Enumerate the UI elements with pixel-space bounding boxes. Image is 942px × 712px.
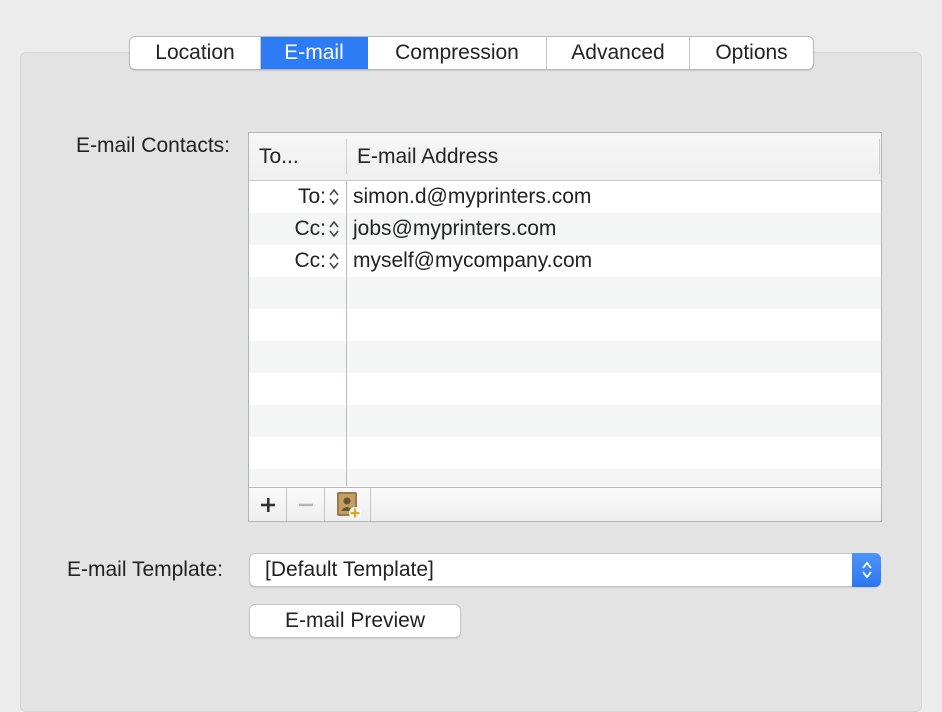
empty-row (249, 405, 881, 437)
tab-advanced[interactable]: Advanced (547, 37, 690, 69)
tab-location[interactable]: Location (130, 37, 261, 69)
tab-options[interactable]: Options (690, 37, 813, 69)
up-down-chevron-icon[interactable] (328, 187, 340, 207)
tab-email[interactable]: E-mail (261, 37, 368, 69)
table-body: To: simon.d@myprinters.com Cc: jobs@mypr… (249, 181, 881, 486)
recipient-type-value: Cc: (294, 217, 327, 240)
email-template-label: E-mail Template: (66, 558, 223, 581)
recipient-type-cell[interactable]: To: (249, 181, 347, 213)
plus-icon (260, 497, 275, 512)
up-down-chevron-icon[interactable] (328, 251, 340, 271)
recipient-type-cell[interactable]: Cc: (249, 213, 347, 245)
tab-compression[interactable]: Compression (368, 37, 547, 69)
address-book-add-icon (336, 491, 361, 519)
email-address-cell[interactable]: myself@mycompany.com (347, 245, 881, 277)
empty-row (249, 437, 881, 469)
email-template-value: [Default Template] (265, 558, 434, 581)
add-contact-button[interactable] (249, 488, 287, 521)
recipient-type-cell[interactable]: Cc: (249, 245, 347, 277)
select-stepper-icon[interactable] (852, 553, 881, 587)
tab-bar: Location E-mail Compression Advanced Opt… (129, 36, 814, 70)
empty-row (249, 469, 881, 486)
table-row[interactable]: Cc: jobs@myprinters.com (249, 213, 881, 245)
column-header-to[interactable]: To... (249, 139, 347, 174)
add-from-address-book-button[interactable] (325, 488, 371, 521)
table-toolbar (249, 487, 881, 521)
recipient-type-value: To: (297, 185, 326, 208)
email-preview-button[interactable]: E-mail Preview (249, 604, 461, 638)
email-contacts-label: E-mail Contacts: (75, 134, 230, 157)
empty-row (249, 341, 881, 373)
column-header-email-address[interactable]: E-mail Address (347, 139, 880, 174)
table-header: To... E-mail Address (249, 133, 881, 181)
email-address-cell[interactable]: jobs@myprinters.com (347, 213, 881, 245)
table-row[interactable]: Cc: myself@mycompany.com (249, 245, 881, 277)
minus-icon (298, 503, 313, 506)
remove-contact-button[interactable] (287, 488, 325, 521)
up-down-chevron-icon[interactable] (328, 219, 340, 239)
empty-row (249, 373, 881, 405)
table-row[interactable]: To: simon.d@myprinters.com (249, 181, 881, 213)
empty-row (249, 309, 881, 341)
empty-row (249, 277, 881, 309)
email-template-select[interactable]: [Default Template] (249, 553, 881, 587)
email-contacts-table[interactable]: To... E-mail Address To: simon.d@myprint… (248, 132, 882, 522)
email-address-cell[interactable]: simon.d@myprinters.com (347, 181, 881, 213)
recipient-type-value: Cc: (294, 249, 327, 272)
